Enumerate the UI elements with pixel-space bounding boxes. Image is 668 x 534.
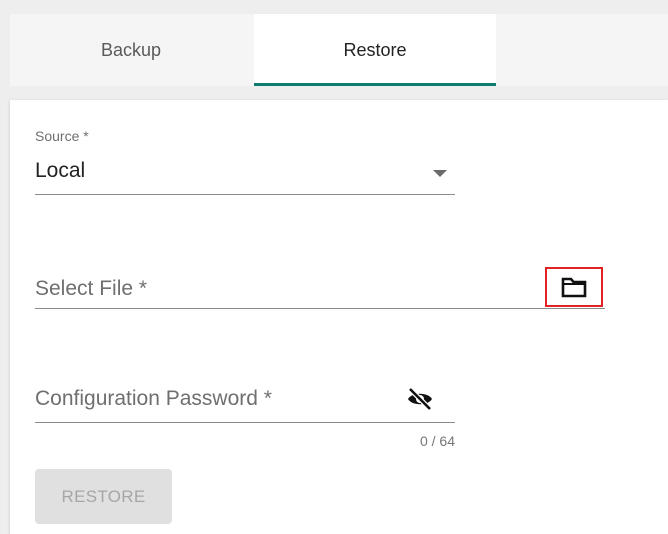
toggle-password-visibility-button[interactable] [406,385,434,413]
select-file-label: Select File * [35,277,148,300]
eye-off-icon [408,387,432,411]
tab-restore[interactable]: Restore [254,14,496,86]
source-underline [35,194,455,195]
restore-page: Backup Restore Source * Local Select Fil… [0,0,668,534]
config-password-underline [35,422,455,423]
tab-bar: Backup Restore [10,14,668,86]
chevron-down-icon[interactable] [433,170,447,177]
tab-restore-label: Restore [343,39,407,60]
restore-button[interactable]: RESTORE [35,469,172,524]
active-tab-indicator [254,83,496,86]
source-label: Source * [35,128,89,144]
folder-icon [561,277,587,298]
password-char-counter: 0 / 64 [419,433,455,449]
restore-panel: Source * Local Select File * Configurati… [10,100,668,534]
tab-backup-label: Backup [100,39,162,60]
browse-file-button[interactable] [545,267,603,307]
source-value[interactable]: Local [35,159,85,183]
tab-backup[interactable]: Backup [10,14,252,86]
config-password-label: Configuration Password * [35,387,272,410]
select-file-underline [35,308,605,309]
